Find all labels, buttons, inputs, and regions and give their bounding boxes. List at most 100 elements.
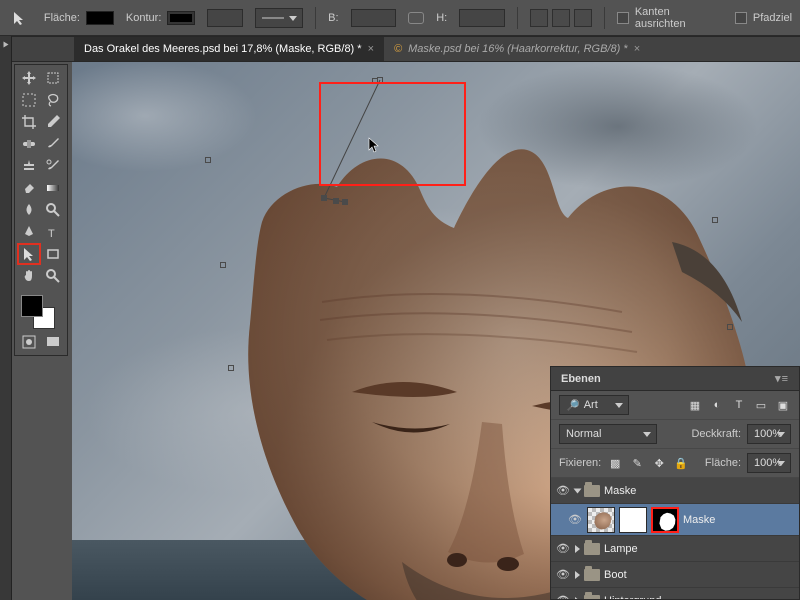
fill-swatch[interactable] — [86, 11, 114, 25]
lock-transparent-icon[interactable]: ▩ — [607, 455, 623, 471]
path-target-checkbox[interactable] — [735, 12, 747, 24]
anchor-point[interactable] — [333, 198, 339, 204]
brush-tool[interactable] — [41, 133, 65, 155]
tutorial-highlight-box — [319, 82, 466, 186]
layer-group-hintergrund[interactable]: 👁 Hintergrund — [551, 588, 799, 599]
close-icon[interactable]: × — [634, 43, 640, 55]
lock-all-icon[interactable]: 🔒 — [673, 455, 689, 471]
twisty-icon[interactable] — [575, 545, 580, 553]
lasso-tool[interactable] — [41, 89, 65, 111]
artboard-tool[interactable] — [41, 67, 65, 89]
layer-name: Maske — [683, 514, 715, 526]
blend-mode-combo[interactable]: Normal — [559, 424, 657, 444]
move-tool[interactable] — [17, 67, 41, 89]
tab-title: Das Orakel des Meeres.psd bei 17,8% (Mas… — [84, 43, 362, 55]
lock-pixels-icon[interactable]: ✎ — [629, 455, 645, 471]
layers-panel-title: Ebenen — [561, 373, 601, 385]
screen-mode-toggle[interactable] — [41, 331, 65, 353]
layer-group-lampe[interactable]: 👁 Lampe — [551, 536, 799, 562]
path-op-align[interactable] — [552, 9, 570, 27]
align-edges-checkbox[interactable] — [617, 12, 629, 24]
zoom-tool[interactable] — [41, 265, 65, 287]
link-wh-icon[interactable] — [408, 12, 424, 24]
layer-name: Boot — [604, 569, 627, 581]
anchor-point[interactable] — [321, 195, 327, 201]
width-field[interactable] — [351, 9, 397, 27]
layer-mask-thumbnail[interactable] — [619, 507, 647, 533]
layer-thumbnail[interactable] — [587, 507, 615, 533]
quick-mask-toggle[interactable] — [17, 331, 41, 353]
visibility-toggle[interactable]: 👁 — [555, 567, 571, 583]
crop-tool[interactable] — [17, 111, 41, 133]
layer-group-maske[interactable]: 👁 Maske — [551, 478, 799, 504]
layer-maske[interactable]: 👁 Maske — [551, 504, 799, 536]
transform-handle[interactable] — [228, 365, 234, 371]
foreground-background-colors[interactable] — [17, 291, 65, 331]
visibility-toggle[interactable]: 👁 — [555, 593, 571, 600]
layers-panel-tab[interactable]: Ebenen ▾≡ — [551, 367, 799, 391]
twisty-icon[interactable] — [575, 597, 580, 600]
opacity-label: Deckkraft: — [691, 428, 741, 440]
path-selection-tool[interactable] — [17, 243, 41, 265]
visibility-toggle[interactable]: 👁 — [567, 512, 583, 528]
layer-name: Hintergrund — [604, 595, 661, 600]
twisty-icon[interactable] — [575, 571, 580, 579]
document-tabs: Das Orakel des Meeres.psd bei 17,8% (Mas… — [0, 36, 800, 62]
canvas-area[interactable]: Ebenen ▾≡ 🔎Art ▦ ◐ T ▭ ▣ Normal Deckkraf… — [72, 62, 800, 600]
visibility-toggle[interactable]: 👁 — [555, 541, 571, 557]
close-icon[interactable]: × — [368, 43, 374, 55]
gradient-tool[interactable] — [41, 177, 65, 199]
pen-tool[interactable] — [17, 221, 41, 243]
eyedropper-tool[interactable] — [41, 111, 65, 133]
eraser-tool[interactable] — [17, 177, 41, 199]
anchor-point[interactable] — [342, 199, 348, 205]
twisty-icon[interactable] — [574, 488, 582, 493]
blur-tool[interactable] — [17, 199, 41, 221]
filter-adjust-icon[interactable]: ◐ — [709, 397, 725, 413]
foreground-color[interactable] — [21, 295, 43, 317]
rectangle-tool[interactable] — [41, 243, 65, 265]
path-op-combine[interactable] — [530, 9, 548, 27]
tool-preset-arrow[interactable] — [8, 7, 32, 29]
options-bar: Fläche: Kontur: B: H: Kanten ausrichten … — [0, 0, 800, 36]
opacity-field[interactable]: 100% — [747, 424, 791, 444]
layer-group-boot[interactable]: 👁 Boot — [551, 562, 799, 588]
folder-icon — [584, 485, 600, 497]
history-brush-tool[interactable] — [41, 155, 65, 177]
layer-name: Maske — [604, 485, 636, 497]
folder-icon — [584, 569, 600, 581]
document-tab-inactive[interactable]: © Maske.psd bei 16% (Haarkorrektur, RGB/… — [384, 37, 650, 61]
filter-smart-icon[interactable]: ▣ — [775, 397, 791, 413]
folder-icon — [584, 543, 600, 555]
filter-type-icon[interactable]: T — [731, 397, 747, 413]
transform-handle[interactable] — [205, 157, 211, 163]
height-field[interactable] — [459, 9, 505, 27]
hand-tool[interactable] — [17, 265, 41, 287]
clone-stamp-tool[interactable] — [17, 155, 41, 177]
vector-mask-thumbnail[interactable] — [651, 507, 679, 533]
path-ops[interactable] — [530, 9, 592, 27]
transform-handle[interactable] — [727, 324, 733, 330]
layer-filter-kind[interactable]: 🔎Art — [559, 395, 629, 415]
stroke-style-combo[interactable] — [255, 8, 303, 28]
transform-handle[interactable] — [220, 262, 226, 268]
stroke-width-field[interactable] — [207, 9, 243, 27]
marquee-tool[interactable] — [17, 89, 41, 111]
lock-position-icon[interactable]: ✥ — [651, 455, 667, 471]
panel-gutter[interactable] — [0, 36, 12, 600]
type-tool[interactable]: T — [41, 221, 65, 243]
panel-menu-icon[interactable]: ▾≡ — [775, 372, 789, 385]
stroke-swatch[interactable] — [167, 11, 195, 25]
dodge-tool[interactable] — [41, 199, 65, 221]
transform-handle[interactable] — [712, 217, 718, 223]
path-op-arrange[interactable] — [574, 9, 592, 27]
layers-panel: Ebenen ▾≡ 🔎Art ▦ ◐ T ▭ ▣ Normal Deckkraf… — [550, 366, 800, 600]
folder-icon — [584, 595, 600, 600]
document-tab-active[interactable]: Das Orakel des Meeres.psd bei 17,8% (Mas… — [74, 37, 384, 61]
filter-shape-icon[interactable]: ▭ — [753, 397, 769, 413]
visibility-toggle[interactable]: 👁 — [555, 483, 571, 499]
filter-pixel-icon[interactable]: ▦ — [687, 397, 703, 413]
spot-heal-tool[interactable] — [17, 133, 41, 155]
fill-label: Fläche: — [44, 12, 80, 24]
fill-opacity-field[interactable]: 100% — [747, 453, 791, 473]
